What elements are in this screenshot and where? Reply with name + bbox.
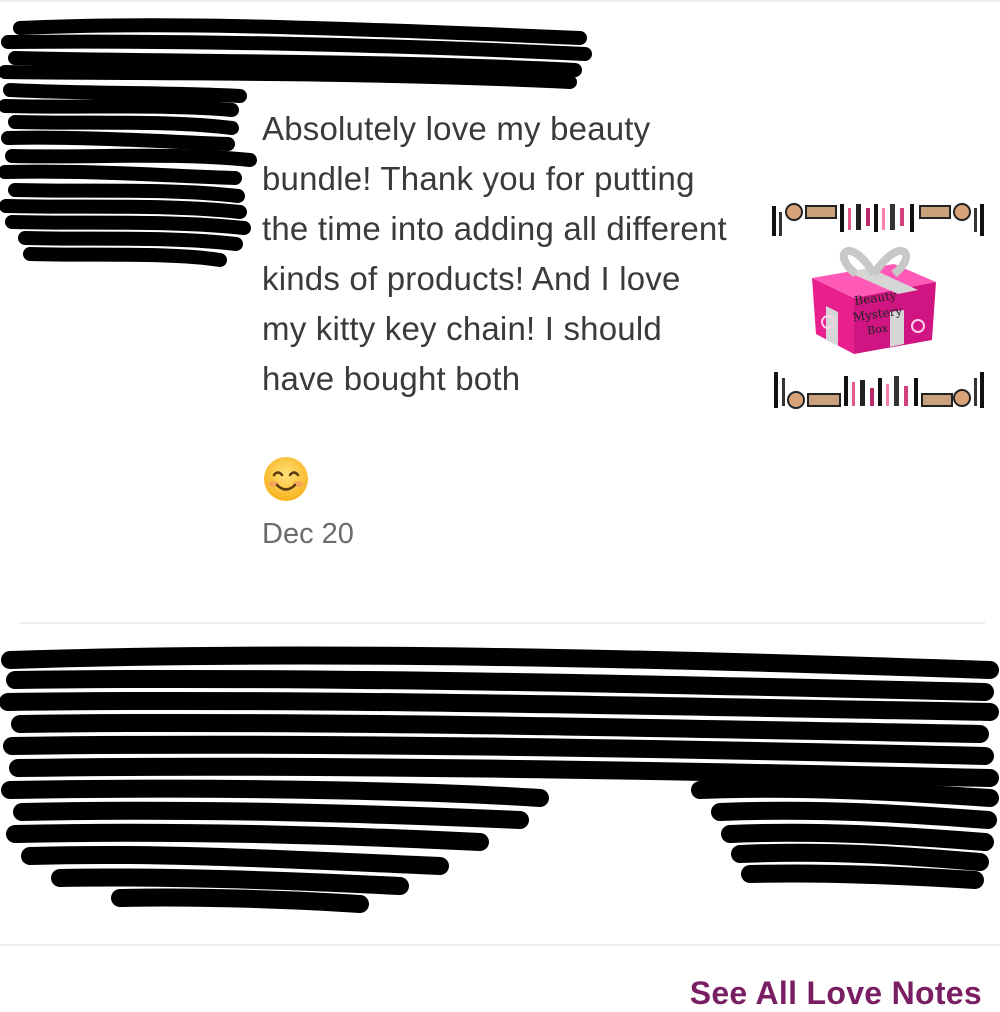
footer-divider	[0, 944, 1000, 946]
review-text: Absolutely love my beauty bundle! Thank …	[262, 110, 727, 397]
redacted-review-content	[0, 646, 999, 913]
see-all-love-notes-link[interactable]: See All Love Notes	[690, 975, 982, 1012]
review-date: Dec 20	[262, 518, 354, 550]
product-thumbnail[interactable]: Beauty Mystery Box	[770, 194, 986, 416]
review-divider	[20, 622, 985, 624]
review-card: Absolutely love my beauty bundle! Thank …	[0, 0, 1000, 620]
smiling-face-emoji-icon	[264, 457, 308, 501]
